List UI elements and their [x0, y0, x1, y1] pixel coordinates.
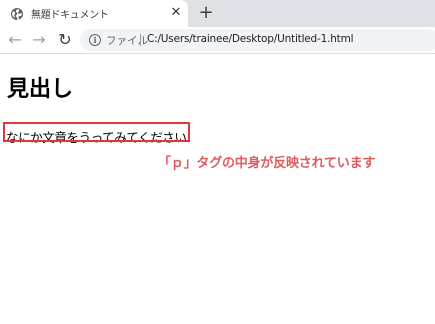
back-button[interactable]: ←: [6, 31, 24, 49]
scheme-label: ファイル: [106, 35, 148, 47]
reload-button[interactable]: ↻: [56, 31, 74, 49]
url-text[interactable]: C:/Users/trainee/Desktop/Untitled-1.html: [147, 33, 354, 45]
forward-button[interactable]: →: [30, 31, 48, 49]
close-icon[interactable]: ✕: [168, 5, 184, 21]
tab-strip: 無題ドキュメント ✕ +: [0, 0, 435, 27]
tab-untitled-document[interactable]: 無題ドキュメント ✕: [0, 0, 188, 27]
annotation-text: 「ｐ」タグの中身が反映されています: [158, 156, 376, 171]
address-bar[interactable]: i ファイル C:/Users/trainee/Desktop/Untitled…: [80, 29, 435, 51]
info-icon[interactable]: i: [89, 34, 101, 46]
tab-title: 無題ドキュメント: [31, 10, 109, 21]
globe-icon: [10, 6, 24, 20]
page-content: 見出し なにか文章をうってみてください 「ｐ」タグの中身が反映されています: [0, 54, 435, 324]
address-separator: [140, 34, 141, 46]
highlight-box: [3, 122, 190, 142]
new-tab-button[interactable]: +: [196, 3, 216, 23]
page-heading: 見出し: [7, 77, 74, 102]
browser-toolbar: ← → ↻ i ファイル C:/Users/trainee/Desktop/Un…: [0, 27, 435, 54]
